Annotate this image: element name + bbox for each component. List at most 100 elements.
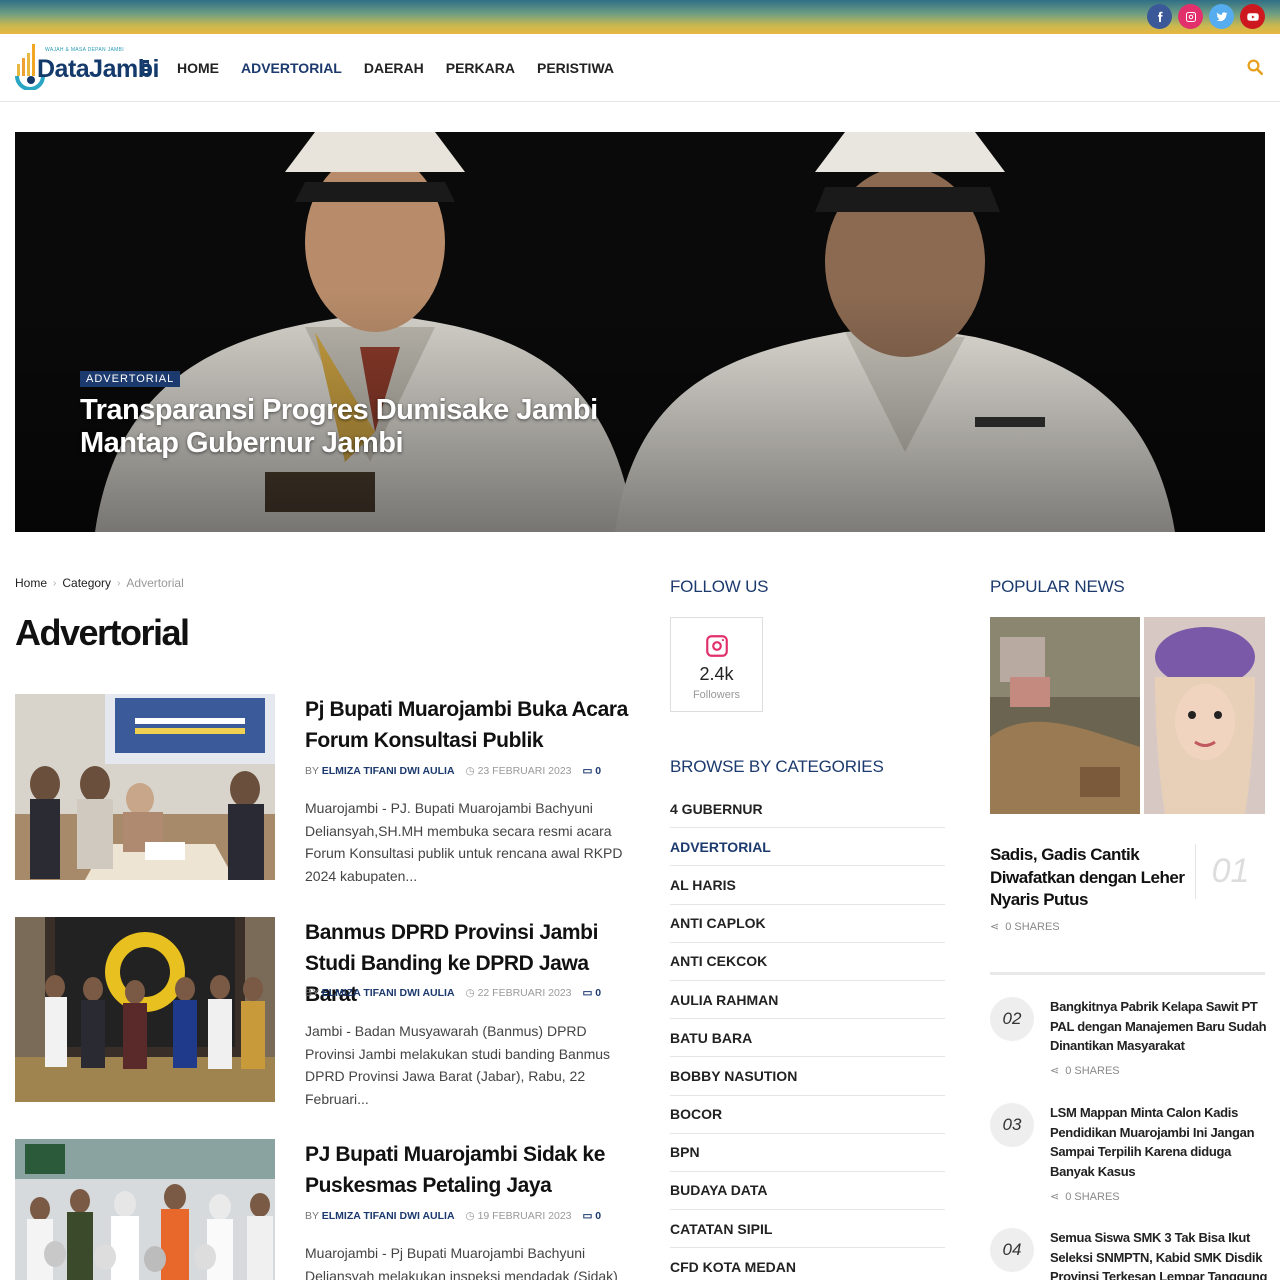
article-author[interactable]: ELMIZA TIFANI DWI AULIA [322, 765, 455, 777]
breadcrumb-home[interactable]: Home [15, 576, 47, 590]
social-links [1147, 4, 1265, 29]
category-item[interactable]: AL HARIS [670, 866, 945, 905]
article-excerpt: Muarojambi - Pj Bupati Muarojambi Bachyu… [305, 1245, 618, 1280]
breadcrumb-current: Advertorial [126, 576, 184, 590]
main-nav: HOME ADVERTORIAL DAERAH PERKARA PERISTIW… [177, 34, 614, 102]
popular-thumbnail[interactable] [990, 617, 1265, 814]
article-author[interactable]: ELMIZA TIFANI DWI AULIA [322, 987, 455, 999]
breadcrumb-category[interactable]: Category [62, 576, 111, 590]
facebook-link[interactable] [1147, 4, 1172, 29]
share-icon: ⋖ [1050, 1191, 1060, 1203]
comment-icon: ▭ [582, 765, 593, 777]
popular-rank: 04 [990, 1228, 1034, 1272]
youtube-icon [1246, 12, 1259, 21]
site-header: WAJAH & MASA DEPAN JAMBI DataJambi HOME … [0, 34, 1280, 102]
category-item[interactable]: AULIA RAHMAN [670, 981, 945, 1020]
article-title[interactable]: Pj Bupati Muarojambi Buka Acara Forum Ko… [305, 694, 635, 756]
follower-label: Followers [692, 689, 741, 701]
page-title: Advertorial [15, 612, 190, 653]
share-count: ⋖ 0 SHARES [1050, 1064, 1120, 1078]
search-button[interactable] [1246, 58, 1264, 76]
logo-text: DataJambi [37, 55, 159, 83]
facebook-icon [1157, 11, 1162, 22]
search-icon [1247, 59, 1264, 76]
site-logo[interactable]: WAJAH & MASA DEPAN JAMBI DataJambi [15, 42, 159, 91]
youtube-link[interactable] [1240, 4, 1265, 29]
article-author[interactable]: ELMIZA TIFANI DWI AULIA [322, 1210, 455, 1222]
clock-icon: ◷ [465, 1210, 475, 1222]
article-excerpt: Jambi - Badan Musyawarah (Banmus) DPRD P… [305, 1023, 611, 1107]
article-image [15, 917, 275, 1102]
article-date: 19 FEBRUARI 2023 [477, 1210, 572, 1222]
instagram-icon [706, 635, 728, 657]
popular-title[interactable]: Semua Siswa SMK 3 Tak Bisa Ikut Seleksi … [1050, 1228, 1268, 1280]
article-date: 22 FEBRUARI 2023 [477, 987, 572, 999]
nav-home[interactable]: HOME [177, 60, 219, 76]
instagram-follow-box[interactable]: 2.4k Followers [670, 617, 763, 712]
clock-icon: ◷ [465, 765, 475, 777]
article-thumbnail[interactable] [15, 694, 275, 880]
nav-perkara[interactable]: PERKARA [446, 60, 515, 76]
byline-label: BY [305, 1210, 319, 1222]
instagram-icon [1185, 11, 1196, 22]
category-item[interactable]: BATU BARA [670, 1019, 945, 1058]
category-item[interactable]: BOCOR [670, 1096, 945, 1134]
category-item[interactable]: BOBBY NASUTION [670, 1057, 945, 1096]
hero-title[interactable]: Transparansi Progres Dumisake Jambi Mant… [80, 394, 700, 460]
comment-count[interactable]: 0 [595, 1210, 601, 1222]
nav-daerah[interactable]: DAERAH [364, 60, 424, 76]
article-meta: BY ELMIZA TIFANI DWI AULIA ◷ 22 FEBRUARI… [305, 987, 601, 999]
category-item[interactable]: BUDAYA DATA [670, 1172, 945, 1211]
featured-post[interactable]: ADVERTORIAL Transparansi Progres Dumisak… [15, 132, 1265, 532]
share-count-text: 0 SHARES [1065, 1190, 1120, 1203]
divider [990, 972, 1265, 975]
category-item[interactable]: BPN [670, 1134, 945, 1172]
hero-overlay [15, 132, 1265, 532]
byline-label: BY [305, 765, 319, 777]
category-item[interactable]: 4 GUBERNUR [670, 790, 945, 829]
comment-count[interactable]: 0 [595, 765, 601, 777]
article-date: 23 FEBRUARI 2023 [477, 765, 572, 777]
article-thumbnail[interactable] [15, 917, 275, 1102]
twitter-link[interactable] [1209, 4, 1234, 29]
comment-count[interactable]: 0 [595, 987, 601, 999]
article-thumbnail[interactable] [15, 1139, 275, 1280]
comment-icon: ▭ [582, 1210, 593, 1222]
share-count-text: 0 SHARES [1065, 1064, 1120, 1077]
category-item[interactable]: CATATAN SIPIL [670, 1210, 945, 1249]
share-count-text: 0 SHARES [1005, 920, 1060, 933]
popular-news-heading: POPULAR NEWS [990, 577, 1125, 596]
logo-tagline: WAJAH & MASA DEPAN JAMBI [45, 47, 124, 53]
twitter-icon [1216, 11, 1227, 21]
byline-label: BY [305, 987, 319, 999]
follow-us-heading: FOLLOW US [670, 577, 769, 596]
popular-rank: 02 [990, 997, 1034, 1041]
popular-rank: 01 [1195, 844, 1265, 899]
category-item[interactable]: ADVERTORIAL [670, 828, 945, 867]
share-icon: ⋖ [990, 921, 1000, 933]
popular-image [990, 617, 1265, 814]
category-list: 4 GUBERNUR ADVERTORIAL AL HARIS ANTI CAP… [670, 790, 945, 1280]
share-count: ⋖ 0 SHARES [1050, 1190, 1120, 1204]
comment-icon: ▭ [582, 987, 593, 999]
breadcrumb-chevron-icon: › [117, 577, 121, 589]
article-image [15, 694, 275, 880]
category-item[interactable]: ANTI CAPLOK [670, 905, 945, 943]
top-bar [0, 0, 1280, 34]
category-item[interactable]: ANTI CEKCOK [670, 943, 945, 981]
category-item[interactable]: CFD KOTA MEDAN [670, 1248, 945, 1280]
hero-category-badge[interactable]: ADVERTORIAL [80, 371, 181, 387]
share-icon: ⋖ [1050, 1065, 1060, 1077]
clock-icon: ◷ [465, 987, 475, 999]
nav-peristiwa[interactable]: PERISTIWA [537, 60, 614, 76]
popular-title[interactable]: Bangkitnya Pabrik Kelapa Sawit PT PAL de… [1050, 997, 1268, 1056]
popular-title[interactable]: Sadis, Gadis Cantik Diwafatkan dengan Le… [990, 844, 1190, 912]
nav-advertorial[interactable]: ADVERTORIAL [241, 60, 342, 76]
instagram-link[interactable] [1178, 4, 1203, 29]
popular-title[interactable]: LSM Mappan Minta Calon Kadis Pendidikan … [1050, 1103, 1268, 1181]
article-meta: BY ELMIZA TIFANI DWI AULIA ◷ 23 FEBRUARI… [305, 765, 601, 777]
share-count: ⋖ 0 SHARES [990, 920, 1060, 934]
article-title[interactable]: PJ Bupati Muarojambi Sidak ke Puskesmas … [305, 1139, 635, 1201]
follower-count: 2.4k [699, 664, 734, 684]
breadcrumb: Home › Category › Advertorial [15, 576, 184, 590]
